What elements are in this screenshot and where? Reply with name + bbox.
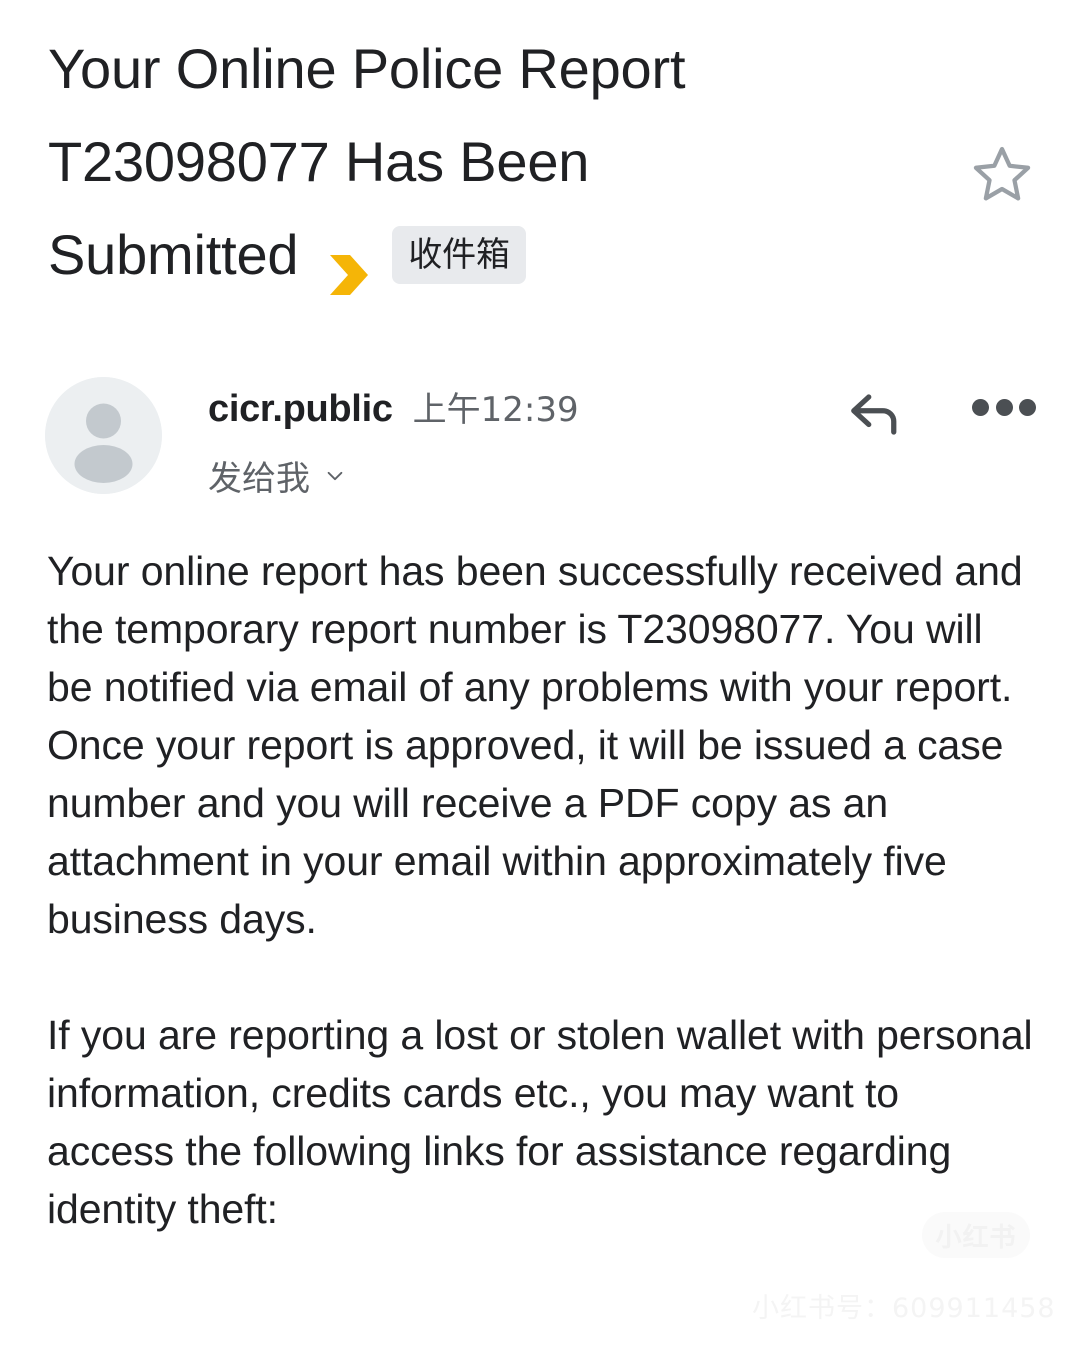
email-timestamp: 上午12:39 [412, 390, 579, 430]
yellow-chevron-important-icon[interactable] [328, 232, 370, 295]
avatar[interactable] [45, 377, 162, 494]
chevron-down-icon[interactable] [324, 465, 346, 487]
sender-top-line: cicr.public 上午12:39 [208, 382, 579, 431]
more-dot-2 [995, 398, 1013, 416]
subject-line-2: T23098077 Has Been [48, 130, 590, 193]
subject-line-1: Your Online Police Report [48, 37, 686, 100]
sender-name[interactable]: cicr.public [208, 388, 393, 431]
sender-meta: cicr.public 上午12:39 发给我 [208, 382, 579, 500]
more-dot-1 [972, 398, 989, 416]
label-chip-inbox[interactable]: 收件箱 [392, 225, 526, 284]
reply-arrow-icon[interactable] [845, 382, 905, 442]
star-icon[interactable] [968, 140, 1036, 208]
subject-line-3: Submitted [48, 223, 299, 286]
watermark-id: 小红书号：609911458 [752, 1293, 1056, 1324]
person-avatar-icon [45, 377, 162, 494]
body-paragraph-2: If you are reporting a lost or stolen wa… [47, 1012, 1033, 1232]
more-options-icon[interactable] [972, 396, 1036, 418]
subject-line-3-row: Submitted 收件箱 [48, 208, 948, 301]
recipient-label: 发给我 [208, 459, 310, 499]
more-dot-3 [1019, 398, 1036, 416]
body-paragraph-1: Your online report has been successfully… [47, 548, 1023, 942]
email-body: Your online report has been successfully… [47, 542, 1037, 1238]
email-subject: Your Online Police Report T23098077 Has … [48, 22, 948, 301]
recipient-row[interactable]: 发给我 [208, 451, 579, 500]
